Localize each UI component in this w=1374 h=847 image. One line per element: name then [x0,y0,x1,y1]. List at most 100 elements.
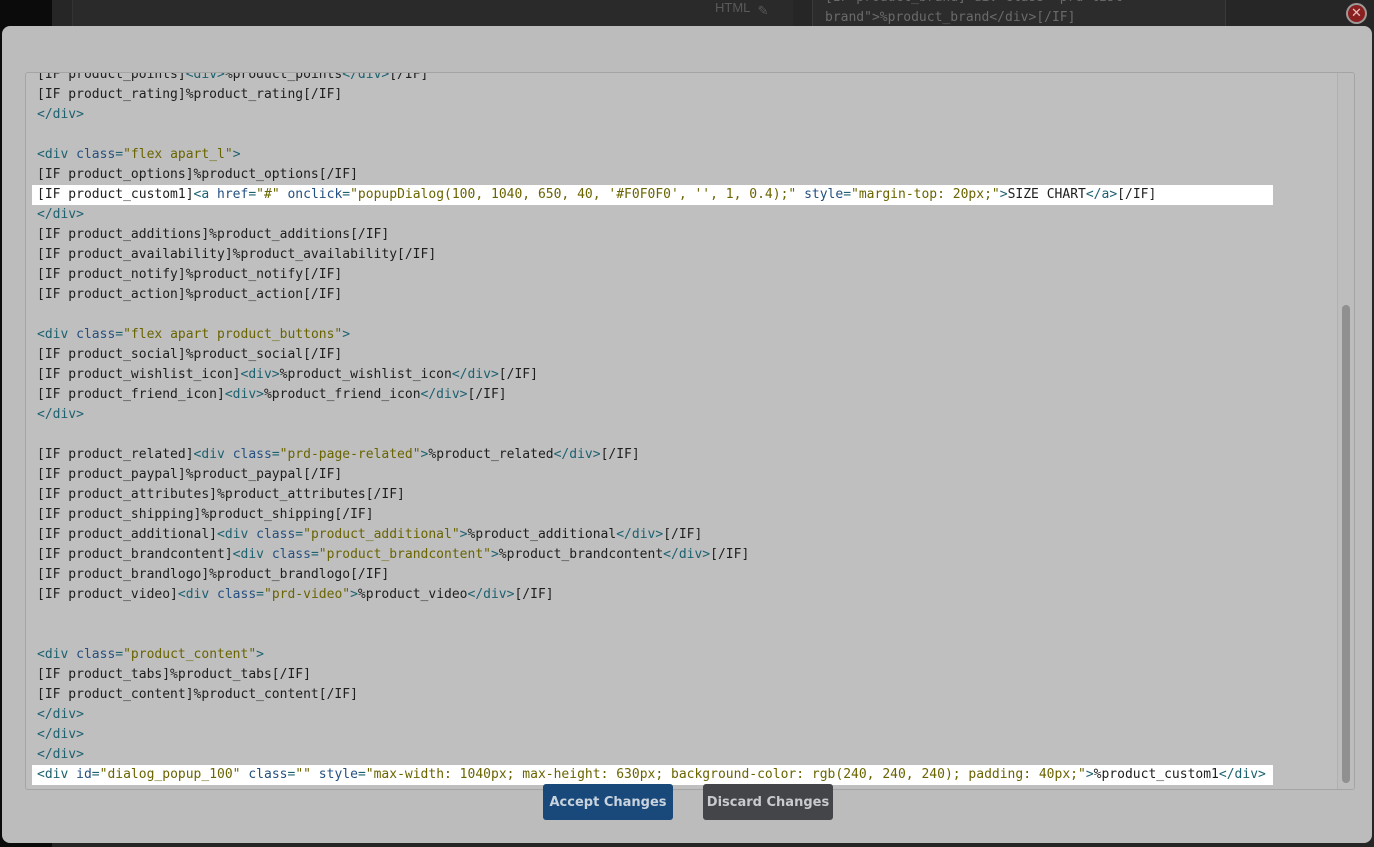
code-tag: </div> [616,527,664,542]
code-line-highlighted[interactable]: [IF product_custom1]<a href="#" onclick=… [32,185,1273,205]
code-text: [IF product_content]%product_content[/IF… [37,687,358,702]
code-text: [/IF] [389,72,429,82]
code-text: [/IF] [663,527,703,542]
code-text: [IF product_options]%product_options[/IF… [37,167,358,182]
code-text: [/IF] [514,587,554,602]
code-tag: = [310,547,319,562]
code-tag: <div [37,767,77,782]
code-line[interactable]: [IF product_paypal]%product_paypal[/IF] [26,465,1332,485]
code-tag: = [91,767,100,782]
code-tag: <div> [240,367,280,382]
code-line[interactable] [26,425,1332,445]
code-line[interactable]: [IF product_brandlogo]%product_brandlogo… [26,565,1332,585]
code-line[interactable]: [IF product_rating]%product_rating[/IF] [26,85,1332,105]
pencil-icon: ✎ [758,0,768,19]
code-text: [IF product_points] [37,72,186,82]
code-tag: </div> [37,107,84,122]
code-string: "flex apart_l" [123,147,233,162]
code-text: SIZE CHART [1007,187,1086,202]
code-line[interactable]: [IF product_additional]<div class="produ… [26,525,1332,545]
code-tag: </div> [37,727,84,742]
code-text: [IF product_friend_icon] [37,387,225,402]
code-line[interactable]: [IF product_content]%product_content[/IF… [26,685,1332,705]
code-tag: > [459,527,468,542]
code-tag: <div [37,147,77,162]
scrollbar-thumb[interactable] [1342,305,1350,783]
accept-changes-button[interactable]: Accept Changes [543,784,673,820]
code-tag: = [256,587,264,602]
code-tag: = [342,187,351,202]
code-tag: </a> [1085,187,1118,202]
code-text: [IF product_shipping]%product_shipping[/… [37,507,374,522]
code-tag: </div> [37,207,84,222]
code-line[interactable]: </div> [26,405,1332,425]
code-tag: <div [232,547,272,562]
scrollbar-track[interactable] [1337,73,1354,789]
code-line[interactable]: [IF product_related]<div class="prd-page… [26,445,1332,465]
code-attribute: id [76,767,92,782]
code-line[interactable]: [IF product_friend_icon]<div>%product_fr… [26,385,1332,405]
code-line[interactable]: <div class="flex apart product_buttons"> [26,325,1332,345]
code-text: [/IF] [467,387,507,402]
code-line[interactable]: [IF product_points]<div>%product_points<… [26,72,1332,85]
code-string: "product_additional" [303,527,460,542]
code-line[interactable]: </div> [26,725,1332,745]
code-tag: </div> [467,587,515,602]
code-line[interactable] [26,125,1332,145]
code-text: [IF product_additional] [37,527,218,542]
code-line[interactable]: <div class="product_content"> [26,645,1332,665]
background-code-preview: [IF product_brand]<div class="prd-list-b… [812,0,1226,28]
code-line[interactable]: </div> [26,105,1332,125]
code-line[interactable] [26,625,1332,645]
code-string: "product_content" [123,647,257,662]
code-line[interactable] [26,605,1332,625]
code-line[interactable]: [IF product_brandcontent]<div class="pro… [26,545,1332,565]
code-line[interactable]: [IF product_availability]%product_availa… [26,245,1332,265]
code-tag: </div> [553,447,601,462]
close-modal-button[interactable]: ✕ [1346,3,1367,24]
code-attribute: class [232,447,272,462]
code-text: [IF product_brandlogo]%product_brandlogo… [37,567,390,582]
code-attribute: class [271,547,311,562]
code-line[interactable]: [IF product_additions]%product_additions… [26,225,1332,245]
code-tag: > [1085,767,1094,782]
code-line[interactable]: [IF product_wishlist_icon]<div>%product_… [26,365,1332,385]
code-text: [/IF] [710,547,750,562]
html-editor-modal: [IF product_points]<div>%product_points<… [2,26,1372,843]
discard-changes-button[interactable]: Discard Changes [703,784,833,820]
code-text: [/IF] [600,447,640,462]
code-text: [IF product_related] [37,447,194,462]
code-line[interactable]: [IF product_tabs]%product_tabs[/IF] [26,665,1332,685]
code-text: %product_additional [467,527,617,542]
code-content[interactable]: [IF product_points]<div>%product_points<… [26,72,1332,785]
code-line[interactable]: </div> [26,705,1332,725]
background-code-line: [IF product_brand]<div class="prd-list- [825,0,1225,8]
code-editor[interactable]: [IF product_points]<div>%product_points<… [25,72,1355,790]
code-tag: = [115,327,124,342]
code-tag: > [490,547,499,562]
code-text: %product_related [428,447,554,462]
code-line[interactable]: [IF product_options]%product_options[/IF… [26,165,1332,185]
code-tag: > [256,647,264,662]
code-tag: </div> [342,72,390,82]
code-text: [/IF] [498,367,538,382]
code-text: [IF product_video] [37,587,178,602]
code-tag: <div [193,447,233,462]
code-attribute: style [318,767,358,782]
code-tag: = [295,527,304,542]
code-line[interactable]: [IF product_action]%product_action[/IF] [26,285,1332,305]
code-text: [IF product_custom1] [37,187,194,202]
code-line-highlighted[interactable]: <div id="dialog_popup_100" class="" styl… [32,765,1273,785]
code-line[interactable]: [IF product_notify]%product_notify[/IF] [26,265,1332,285]
code-line[interactable]: [IF product_video]<div class="prd-video"… [26,585,1332,605]
code-line[interactable] [26,305,1332,325]
code-line[interactable]: </div> [26,205,1332,225]
code-line[interactable]: <div class="flex apart_l"> [26,145,1332,165]
code-line[interactable]: [IF product_attributes]%product_attribut… [26,485,1332,505]
code-line[interactable]: [IF product_shipping]%product_shipping[/… [26,505,1332,525]
code-tag: > [342,327,351,342]
code-tag: = [248,187,257,202]
code-line[interactable]: [IF product_social]%product_social[/IF] [26,345,1332,365]
code-line[interactable]: </div> [26,745,1332,765]
